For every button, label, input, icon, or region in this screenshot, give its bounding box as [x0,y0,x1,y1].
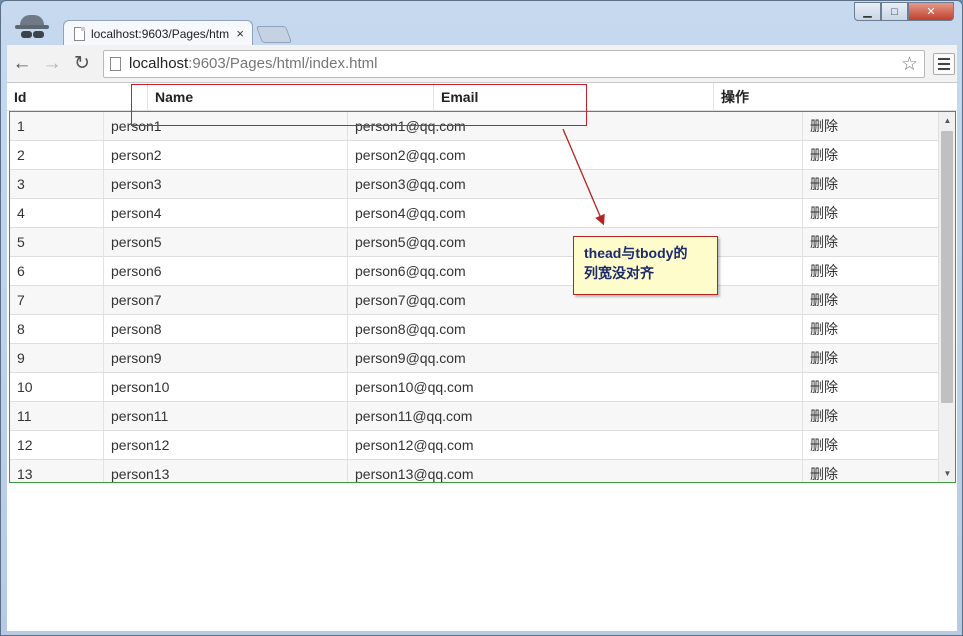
cell-id: 5 [17,234,25,250]
cell-name: person3 [103,170,347,198]
table-row: 6 person6 person6@qq.com 删除 [10,257,939,286]
cell-name: person7 [103,286,347,314]
table-row: 10 person10 person10@qq.com 删除 [10,373,939,402]
url-path: :9603/Pages/html/index.html [188,55,378,72]
delete-link[interactable]: 删除 [802,199,939,227]
delete-link[interactable]: 删除 [802,286,939,314]
delete-link[interactable]: 删除 [802,112,939,140]
cell-email: person11@qq.com [347,402,802,430]
forward-icon[interactable]: → [37,49,67,79]
cell-name: person10 [103,373,347,401]
cell-id: 3 [17,176,25,192]
delete-link[interactable]: 删除 [802,257,939,285]
table-row: 2 person2 person2@qq.com 删除 [10,141,939,170]
cell-id: 13 [17,466,33,482]
browser-toolbar: ← → ↻ localhost:9603/Pages/html/index.ht… [7,45,957,83]
cell-email: person10@qq.com [347,373,802,401]
cell-email: person2@qq.com [347,141,802,169]
cell-name: person5 [103,228,347,256]
delete-link[interactable]: 删除 [802,141,939,169]
page-icon [110,56,121,71]
table-row: 12 person12 person12@qq.com 删除 [10,431,939,460]
cell-id: 11 [17,408,32,424]
delete-link[interactable]: 删除 [802,460,939,482]
delete-link[interactable]: 删除 [802,170,939,198]
tab-close-icon[interactable]: × [236,26,244,41]
cell-email: person9@qq.com [347,344,802,372]
incognito-icon [15,15,49,43]
menu-icon[interactable] [933,52,955,75]
minimize-button[interactable]: ▁ [854,2,881,21]
cell-id: 7 [17,292,25,308]
table-row: 3 person3 person3@qq.com 删除 [10,170,939,199]
bookmark-star-icon[interactable]: ☆ [901,53,918,76]
page-icon [74,26,85,41]
table-row: 8 person8 person8@qq.com 删除 [10,315,939,344]
back-icon[interactable]: ← [7,49,37,79]
cell-id: 12 [17,437,33,453]
url-text: localhost:9603/Pages/html/index.html [129,55,377,72]
scroll-thumb[interactable] [941,131,953,403]
table-row: 5 person5 person5@qq.com 删除 [10,228,939,257]
table-row: 9 person9 person9@qq.com 删除 [10,344,939,373]
url-host: localhost [129,55,189,72]
scroll-down-icon[interactable]: ▼ [939,465,955,482]
table-row: 7 person7 person7@qq.com 删除 [10,286,939,315]
header-action: 操作 [713,83,957,111]
cell-id: 8 [17,321,25,337]
tab-strip: localhost:9603/Pages/htm × ▁ □ ✕ [1,1,962,46]
browser-window: localhost:9603/Pages/htm × ▁ □ ✕ ← → ↻ l… [0,0,963,636]
window-controls: ▁ □ ✕ [854,2,954,21]
cell-name: person12 [103,431,347,459]
cell-id: 1 [17,118,25,134]
table-rows: 1 person1 person1@qq.com 删除 2 person2 person2@… [10,112,939,482]
cell-name: person13 [103,460,347,482]
cell-id: 9 [17,350,25,366]
new-tab-button[interactable] [255,26,293,43]
delete-link[interactable]: 删除 [802,431,939,459]
table-row: 13 person13 person13@qq.com 删除 [10,460,939,482]
delete-link[interactable]: 删除 [802,344,939,372]
close-window-button[interactable]: ✕ [908,2,954,21]
browser-tab[interactable]: localhost:9603/Pages/htm × [63,20,253,46]
cell-name: person8 [103,315,347,343]
table-row: 11 person11 person11@qq.com 删除 [10,402,939,431]
header-id: Id [7,83,147,111]
cell-email: person8@qq.com [347,315,802,343]
cell-id: 10 [17,379,33,395]
table-body: 1 person1 person1@qq.com 删除 2 person2 person2@… [9,111,956,483]
cell-id: 2 [17,147,25,163]
delete-link[interactable]: 删除 [802,228,939,256]
cell-name: person6 [103,257,347,285]
vertical-scrollbar[interactable]: ▲ ▼ [938,112,955,482]
cell-name: person4 [103,199,347,227]
address-bar[interactable]: localhost:9603/Pages/html/index.html ☆ [103,49,925,78]
reload-icon[interactable]: ↻ [67,49,97,79]
delete-link[interactable]: 删除 [802,315,939,343]
cell-email: person12@qq.com [347,431,802,459]
cell-id: 4 [17,205,25,221]
cell-id: 6 [17,263,25,279]
cell-name: person11 [103,402,347,430]
maximize-button[interactable]: □ [881,2,908,21]
page-viewport: Id Name Email 操作 1 person1 person1@qq.com 删… [7,83,957,631]
cell-name: person2 [103,141,347,169]
cell-name: person9 [103,344,347,372]
highlight-box [131,84,587,126]
delete-link[interactable]: 删除 [802,402,939,430]
cell-email: person13@qq.com [347,460,802,482]
delete-link[interactable]: 删除 [802,373,939,401]
cell-email: person3@qq.com [347,170,802,198]
cell-email: person4@qq.com [347,199,802,227]
annotation-callout: thead与tbody的 列宽没对齐 [573,236,718,295]
table-row: 4 person4 person4@qq.com 删除 [10,199,939,228]
scroll-up-icon[interactable]: ▲ [939,112,955,129]
tab-title: localhost:9603/Pages/htm [91,26,230,41]
